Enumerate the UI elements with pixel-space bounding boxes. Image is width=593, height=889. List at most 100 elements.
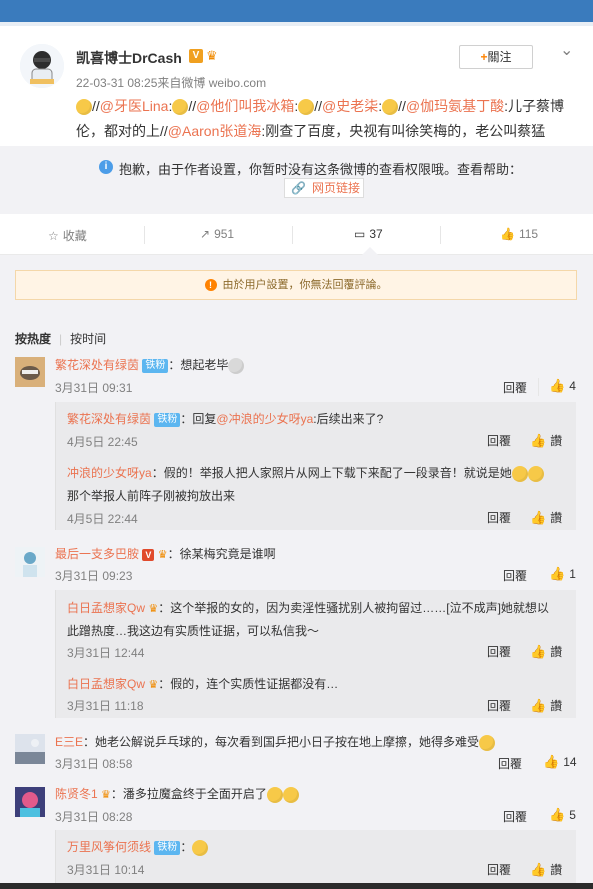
author-name[interactable]: 凯喜博士DrCash [76, 48, 182, 68]
sub-reply-time: 3月31日 11:18 [67, 699, 144, 713]
reply-button[interactable]: 回覆 [487, 697, 511, 714]
emoji-icon [76, 99, 92, 116]
reply-button[interactable]: 回覆 [487, 861, 511, 878]
fan-badge: 铁粉 [142, 358, 169, 373]
reply-button[interactable]: 回覆 [487, 432, 511, 449]
reply-button[interactable]: 回覆 [487, 509, 511, 526]
thumbs-up-icon: 👍 [530, 862, 547, 877]
follow-button[interactable]: +關注 [459, 45, 533, 69]
comment-like-button[interactable]: 👍 1 [549, 566, 576, 582]
reply-disabled-warning: ! 由於用户設置，你無法回覆評論。 [15, 270, 577, 300]
emoji-icon [298, 99, 315, 116]
tab-sort-time[interactable]: 按时间 [70, 332, 106, 346]
emoji-icon [527, 465, 544, 482]
link-icon: 🔗 [291, 181, 306, 195]
comment-username[interactable]: 陈贤冬1 [55, 787, 98, 801]
comment-like-button[interactable]: 👍 5 [549, 807, 576, 823]
sub-reply-time: 4月5日 22:44 [67, 512, 138, 526]
comment-text: 繁花深处有绿茵 铁粉 ：想起老毕 [55, 356, 245, 374]
favorite-button[interactable]: ☆ 收藏 [48, 227, 87, 244]
sub-reply-username[interactable]: 白日孟想家Qw [67, 601, 145, 615]
mention-link[interactable]: @牙医Lina [100, 98, 169, 114]
reply-button[interactable]: 回覆 [498, 755, 522, 772]
sub-reply-text: 冲浪的少女呀ya：假的！举报人把人家照片从网上下载下来配了一段录音！就说是她 [67, 464, 544, 482]
web-link[interactable]: 🔗 网页链接 [284, 178, 364, 198]
sub-reply-time: 3月31日 10:14 [67, 863, 145, 877]
mention-link[interactable]: @伽玛氨基丁酸 [406, 98, 504, 114]
like-button[interactable]: 👍 115 [500, 227, 538, 241]
thumbs-up-icon: 👍 [549, 807, 566, 822]
emoji-icon [282, 786, 299, 803]
reply-button[interactable]: 回覆 [503, 379, 527, 396]
thumbs-up-icon: 👍 [530, 644, 547, 659]
info-icon: i [99, 160, 113, 174]
sub-reply-time: 4月5日 22:45 [67, 435, 138, 449]
comment-pointer [362, 247, 378, 255]
sub-like-button[interactable]: 👍 讚 [530, 643, 562, 660]
comment-time: 3月31日 09:31 [55, 381, 133, 395]
verified-badge: V [189, 49, 203, 63]
divider [538, 378, 539, 396]
vip-crown-icon: ♛ [101, 789, 111, 802]
sub-reply-username[interactable]: 白日孟想家Qw [67, 677, 145, 691]
sub-reply-username[interactable]: 万里风筝何须线 [67, 840, 151, 854]
thumbs-up-icon: 👍 [530, 510, 547, 525]
comment-username[interactable]: 最后一支多巴胺 [55, 547, 139, 561]
sub-reply-text: 白日孟想家Qw ♛：假的，连个实质性证据都没有… [67, 677, 339, 692]
sub-reply-text-line2: 此蹭热度…我这边有实质性证据，可以私信我～ [67, 624, 320, 638]
permission-notice: 抱歉，由于作者设置，你暂时没有这条微博的查看权限哦。查看帮助： [119, 162, 523, 177]
sort-tabs: 按热度 | 按时间 [15, 332, 107, 346]
reply-button[interactable]: 回覆 [503, 808, 527, 825]
fan-badge: 铁粉 [154, 412, 181, 427]
avatar[interactable] [15, 357, 45, 387]
comment-text: 陈贤冬1 ♛：潘多拉魔盒终于全面开启了 [55, 785, 299, 803]
comment-like-button[interactable]: 👍 14 [543, 754, 577, 770]
avatar[interactable] [15, 547, 45, 577]
sub-reply-text: 白日孟想家Qw ♛：这个举报的女的，因为卖淫性骚扰别人被拘留过……[泣不成声]她… [67, 601, 549, 616]
mention-link[interactable]: @冲浪的少女呀ya [216, 412, 313, 426]
repost-button[interactable]: ↗ 951 [200, 227, 234, 241]
emoji-icon [192, 839, 209, 856]
emoji-icon [382, 99, 399, 116]
divider [144, 226, 145, 244]
chevron-down-icon[interactable]: ⌄ [560, 40, 573, 60]
divider [440, 226, 441, 244]
star-icon: ☆ [48, 229, 59, 243]
sub-like-button[interactable]: 👍 讚 [530, 509, 562, 526]
thumbs-up-icon: 👍 [530, 698, 547, 713]
reply-button[interactable]: 回覆 [487, 643, 511, 660]
author-avatar[interactable] [20, 44, 64, 88]
sub-like-button[interactable]: 👍 讚 [530, 861, 562, 878]
comment-button[interactable]: ▭ 37 [354, 227, 383, 241]
avatar[interactable] [15, 787, 45, 817]
thumbs-up-icon: 👍 [500, 227, 515, 241]
tab-sort-hot[interactable]: 按热度 [15, 332, 51, 346]
comment-like-button[interactable]: 👍 4 [549, 378, 576, 394]
sub-reply-username[interactable]: 繁花深处有绿茵 [67, 412, 151, 426]
comment-time: 3月31日 08:28 [55, 810, 133, 824]
comment-username[interactable]: E三E [55, 735, 83, 749]
emoji-icon [266, 786, 283, 803]
mention-link[interactable]: @史老柒 [322, 98, 378, 114]
avatar[interactable] [15, 734, 45, 764]
vip-crown-icon: ♛ [157, 549, 168, 562]
post-content: //@牙医Lina://@他们叫我冰箱://@史老柒://@伽玛氨基丁酸:儿子蔡… [76, 98, 565, 139]
thumbs-up-icon: 👍 [549, 378, 566, 393]
emoji-icon [479, 734, 496, 751]
emoji-icon [172, 99, 189, 116]
mention-link[interactable]: @Aaron张道海 [168, 123, 262, 139]
vip-crown-icon: ♛ [206, 48, 218, 63]
sub-like-button[interactable]: 👍 讚 [530, 432, 562, 449]
sub-reply-text: 繁花深处有绿茵 铁粉 ：回复@冲浪的少女呀ya:后续出来了? [67, 412, 384, 427]
sub-reply-username[interactable]: 冲浪的少女呀ya [67, 466, 152, 480]
sub-like-button[interactable]: 👍 讚 [530, 697, 562, 714]
comment-username[interactable]: 繁花深处有绿茵 [55, 358, 139, 372]
divider [292, 226, 293, 244]
reply-button[interactable]: 回覆 [503, 567, 527, 584]
mention-link[interactable]: @他们叫我冰箱 [196, 98, 294, 114]
comment-icon: ▭ [354, 227, 366, 241]
comment-text: 最后一支多巴胺 V ♛：徐某梅究竟是谁啊 [55, 547, 276, 562]
thumbs-up-icon: 👍 [549, 566, 566, 581]
verified-badge: V [142, 548, 155, 561]
post-date-source: 22-03-31 08:25来自微博 weibo.com [76, 76, 267, 90]
